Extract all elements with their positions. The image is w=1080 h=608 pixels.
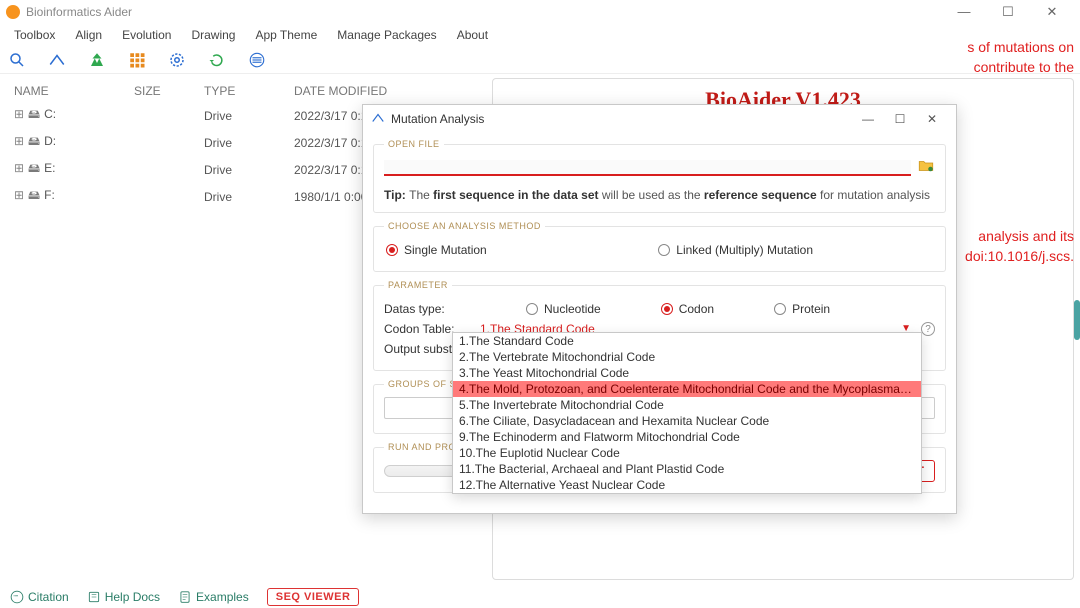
book-icon [87, 590, 101, 604]
radio-protein[interactable]: Protein [774, 302, 830, 316]
tip-text: Tip: The first sequence in the data set … [384, 188, 935, 202]
doc-icon [178, 590, 192, 604]
codon-table-dropdown[interactable]: 1.The Standard Code2.The Vertebrate Mito… [452, 332, 922, 494]
titlebar: Bioinformatics Aider — ☐ ✕ [0, 0, 1080, 24]
window-maximize-button[interactable]: ☐ [986, 0, 1030, 24]
citation-link[interactable]: "" Citation [10, 590, 69, 604]
radio-nucleotide[interactable]: Nucleotide [526, 302, 601, 316]
menu-toolbox[interactable]: Toolbox [4, 26, 65, 44]
quote-icon: "" [10, 590, 24, 604]
window-close-button[interactable]: ✕ [1030, 0, 1074, 24]
scrollbar-thumb[interactable] [1074, 300, 1080, 340]
tool-gear-icon[interactable] [168, 51, 186, 69]
open-file-group: OPEN FILE Tip: The first sequence in the… [373, 139, 946, 213]
dialog-icon [371, 111, 385, 128]
window-minimize-button[interactable]: — [942, 0, 986, 24]
tool-recycle-icon[interactable] [208, 51, 226, 69]
dialog-minimize-button[interactable]: — [852, 112, 884, 126]
analysis-method-group: CHOOSE AN ANALYSIS METHOD Single Mutatio… [373, 221, 946, 272]
examples-link[interactable]: Examples [178, 590, 249, 604]
radio-linked-mutation[interactable]: Linked (Multiply) Mutation [658, 243, 813, 257]
menu-about[interactable]: About [447, 26, 498, 44]
radio-single-mutation[interactable]: Single Mutation [386, 243, 487, 257]
menu-evolution[interactable]: Evolution [112, 26, 181, 44]
menu-align[interactable]: Align [65, 26, 112, 44]
codon-option[interactable]: 1.The Standard Code [453, 333, 921, 349]
menu-app-theme[interactable]: App Theme [245, 26, 327, 44]
radio-codon[interactable]: Codon [661, 302, 714, 316]
help-docs-link[interactable]: Help Docs [87, 590, 160, 604]
dialog-titlebar[interactable]: Mutation Analysis — ☐ ✕ [363, 105, 956, 133]
codon-option[interactable]: 3.The Yeast Mitochondrial Code [453, 365, 921, 381]
folder-open-icon[interactable] [917, 157, 935, 178]
codon-option[interactable]: 6.The Ciliate, Dasycladacean and Hexamit… [453, 413, 921, 429]
open-file-input[interactable] [384, 160, 911, 176]
tool-grid-icon[interactable] [128, 51, 146, 69]
app-title: Bioinformatics Aider [26, 5, 132, 19]
codon-option[interactable]: 10.The Euplotid Nuclear Code [453, 445, 921, 461]
codon-option[interactable]: 4.The Mold, Protozoan, and Coelenterate … [453, 381, 921, 397]
codon-option[interactable]: 12.The Alternative Yeast Nuclear Code [453, 477, 921, 493]
codon-option[interactable]: 11.The Bacterial, Archaeal and Plant Pla… [453, 461, 921, 477]
datas-type-label: Datas type: [384, 302, 476, 316]
seq-viewer-button[interactable]: SEQ VIEWER [267, 588, 360, 606]
codon-option[interactable]: 2.The Vertebrate Mitochondrial Code [453, 349, 921, 365]
tool-align-icon[interactable] [48, 51, 66, 69]
dialog-close-button[interactable]: ✕ [916, 112, 948, 126]
tool-lines-icon[interactable] [248, 51, 266, 69]
app-icon [6, 5, 20, 19]
bottom-bar: "" Citation Help Docs Examples SEQ VIEWE… [0, 584, 1080, 608]
tool-search-icon[interactable] [8, 51, 26, 69]
svg-text:"": "" [14, 594, 19, 601]
dialog-title: Mutation Analysis [391, 112, 484, 126]
tool-tree-icon[interactable] [88, 51, 106, 69]
menu-manage-packages[interactable]: Manage Packages [327, 26, 446, 44]
dialog-maximize-button[interactable]: ☐ [884, 112, 916, 126]
file-table-header: NAME SIZE TYPE DATE MODIFIED [6, 80, 484, 102]
codon-option[interactable]: 5.The Invertebrate Mitochondrial Code [453, 397, 921, 413]
codon-option[interactable]: 9.The Echinoderm and Flatworm Mitochondr… [453, 429, 921, 445]
help-icon[interactable]: ? [921, 322, 935, 336]
menu-drawing[interactable]: Drawing [181, 26, 245, 44]
